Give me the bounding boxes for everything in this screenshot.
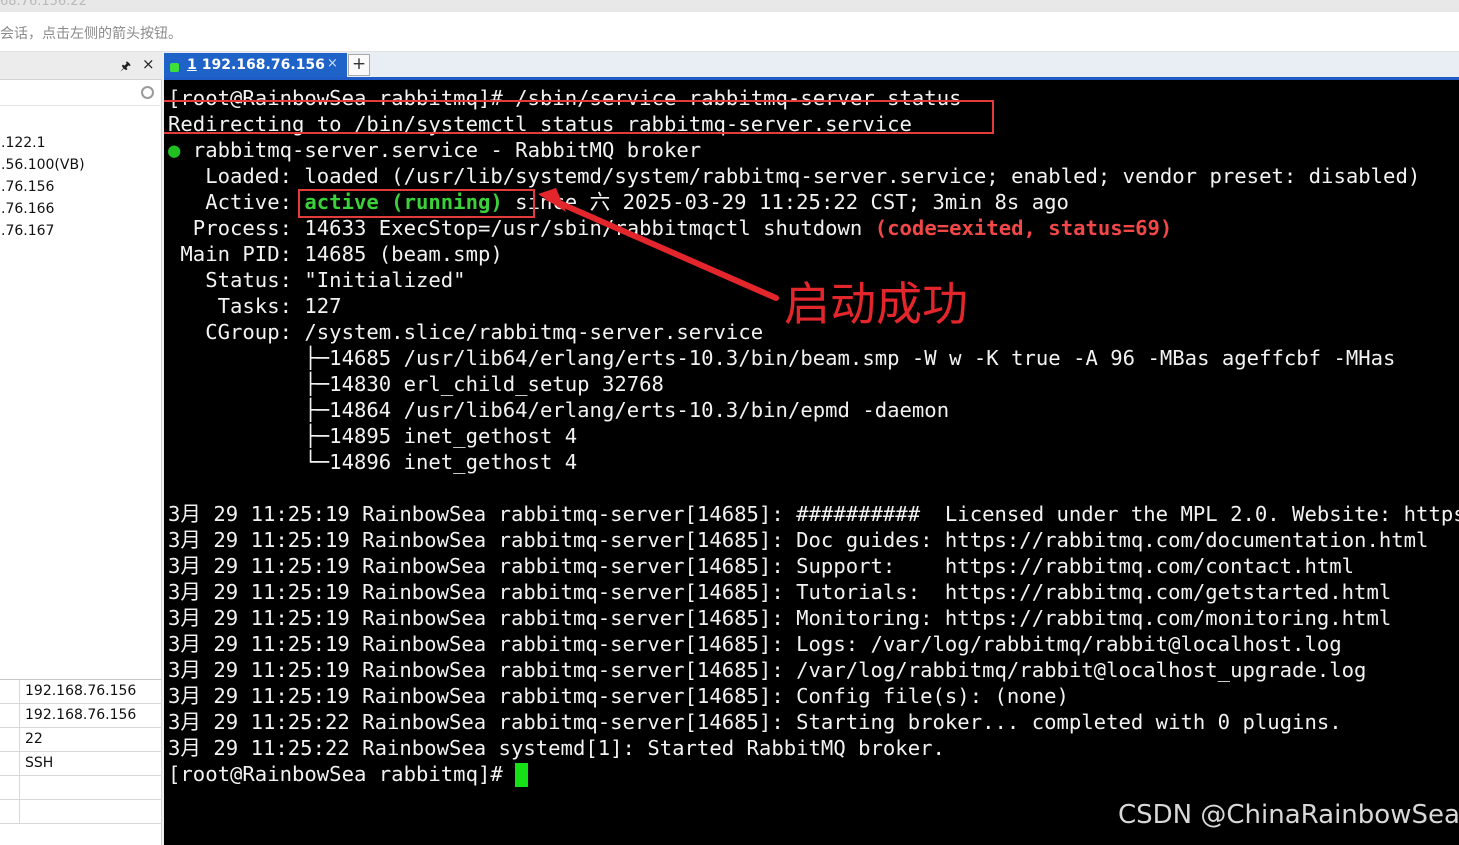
annotation-arrow	[538, 188, 779, 301]
property-value: 192.168.76.156	[25, 707, 137, 723]
property-row: 192.168.76.156	[0, 704, 162, 728]
session-list: .122.1 .56.100(VB) .76.156 .76.166 .76.1…	[0, 132, 162, 242]
property-key	[0, 800, 20, 823]
connected-status-icon	[170, 63, 179, 72]
new-tab-button[interactable]: +	[348, 54, 370, 76]
tab-label: 1 192.168.76.156	[187, 57, 325, 73]
annotation-label: 启动成功	[784, 277, 968, 331]
title-bar: 68.76.156.22	[0, 0, 1459, 12]
watermark: CSDN @ChinaRainbowSea	[1118, 800, 1459, 830]
tab-bar: 1 192.168.76.156 × +	[164, 52, 1459, 78]
property-key	[0, 728, 20, 751]
tab-host: 192.168.76.156	[201, 57, 325, 73]
property-row: 22	[0, 728, 162, 752]
property-value: SSH	[25, 755, 54, 771]
session-item[interactable]: .76.166	[0, 198, 162, 220]
session-search[interactable]	[0, 80, 162, 106]
arrow-shaft	[545, 195, 779, 301]
search-icon[interactable]	[141, 86, 154, 99]
session-item[interactable]: .56.100(VB)	[0, 154, 162, 176]
pin-icon[interactable]: 🖈	[120, 57, 131, 78]
property-row: SSH	[0, 752, 162, 776]
property-key	[0, 680, 20, 703]
session-item[interactable]: .122.1	[0, 132, 162, 154]
session-panel: 🖈 × .122.1 .56.100(VB) .76.156 .76.166 .…	[0, 52, 162, 845]
property-key	[0, 776, 20, 799]
terminal[interactable]: [root@RainbowSea rabbitmq]# /sbin/servic…	[164, 80, 1459, 845]
property-value: 22	[25, 731, 43, 747]
session-item[interactable]: .76.156	[0, 176, 162, 198]
property-value: 192.168.76.156	[25, 683, 137, 699]
session-properties: 192.168.76.156 192.168.76.156 22 SSH	[0, 679, 162, 824]
close-icon[interactable]: ×	[142, 55, 155, 73]
property-key	[0, 704, 20, 727]
tab-number: 1	[187, 57, 197, 73]
property-row	[0, 776, 162, 800]
panel-header: 🖈 ×	[0, 52, 162, 80]
close-icon[interactable]: ×	[327, 56, 338, 71]
session-item[interactable]: .76.167	[0, 220, 162, 242]
hint-text: 会话，点击左侧的箭头按钮。	[0, 26, 182, 42]
property-key	[0, 752, 20, 775]
property-row	[0, 800, 162, 824]
window-title: 68.76.156.22	[0, 0, 87, 9]
tab-session[interactable]: 1 192.168.76.156 ×	[164, 53, 347, 78]
hint-bar: 会话，点击左侧的箭头按钮。	[0, 12, 1459, 52]
property-row: 192.168.76.156	[0, 680, 162, 704]
